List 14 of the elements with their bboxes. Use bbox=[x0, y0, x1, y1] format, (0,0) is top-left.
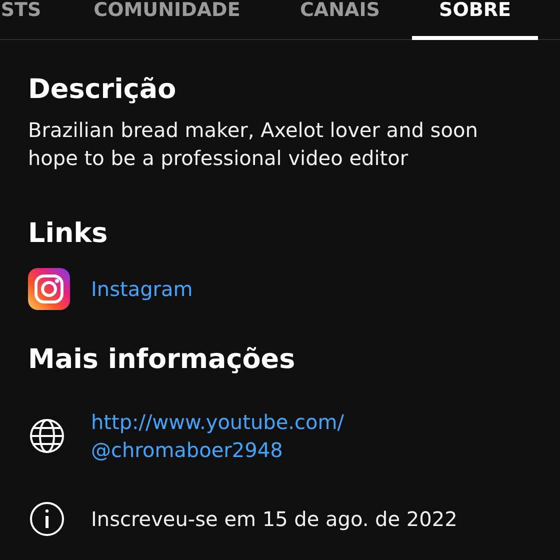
tab[interactable]: COMUNIDADE bbox=[82, 0, 252, 40]
description-text: Brazilian bread maker, Axelot lover and soon hope to be a professional video editor bbox=[28, 117, 479, 172]
info-icon bbox=[28, 500, 66, 538]
section-heading: Descrição bbox=[28, 73, 178, 107]
tab[interactable]: CANAIS bbox=[292, 0, 388, 40]
tab[interactable]: STS bbox=[0, 0, 42, 40]
channel-link[interactable]: http://www.youtube.com/ @chromaboer2948 bbox=[91, 408, 344, 464]
tab[interactable]: SOBRE bbox=[412, 0, 538, 40]
section-heading: Links bbox=[28, 217, 109, 251]
globe-icon bbox=[28, 417, 66, 455]
camera-app-icon[interactable] bbox=[28, 268, 70, 310]
joined-date: Inscreveu-se em 15 de ago. de 2022 bbox=[91, 506, 458, 533]
social-link[interactable]: Instagram bbox=[91, 274, 193, 304]
section-heading: Mais informações bbox=[28, 343, 296, 377]
